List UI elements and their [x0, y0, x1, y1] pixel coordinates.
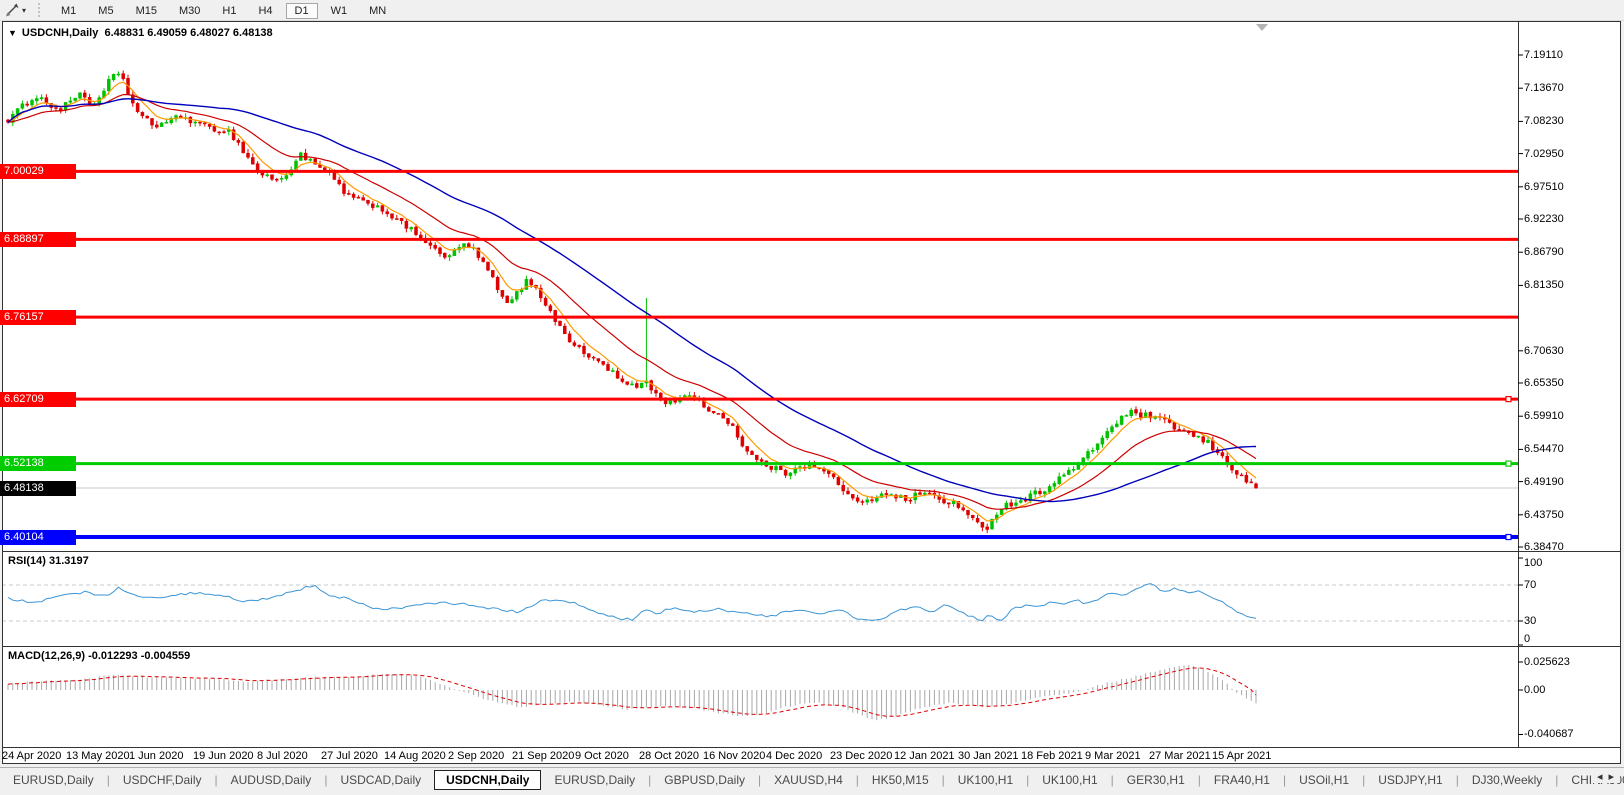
chart-tab-audusd-daily[interactable]: AUDUSD,Daily — [218, 771, 325, 789]
chart-tab-eurusd-daily[interactable]: EURUSD,Daily — [541, 771, 648, 789]
chart-tab-hk50-m15[interactable]: HK50,M15 — [859, 771, 942, 789]
chart-tab-gbpusd-daily[interactable]: GBPUSD,Daily — [651, 771, 758, 789]
tab-scroll-arrows: ◂▸ — [1591, 770, 1620, 783]
chart-tab-fra40-h1[interactable]: FRA40,H1 — [1201, 771, 1283, 789]
chart-tab-eurusd-daily[interactable]: EURUSD,Daily — [0, 771, 107, 789]
tab-scroll-left-icon[interactable]: ◂ — [1597, 771, 1609, 783]
chart-surface[interactable] — [0, 0, 1624, 795]
mt4-terminal: ▾ M1M5M15M30H1H4D1W1MN ▼USDCNH,Daily 6.4… — [0, 0, 1624, 795]
chart-tab-uk100-h1[interactable]: UK100,H1 — [1029, 771, 1110, 789]
chart-tab-bar: EURUSD,Daily|USDCHF,Daily|AUDUSD,Daily|U… — [0, 767, 1624, 792]
chart-tab-uk100-h1[interactable]: UK100,H1 — [945, 771, 1026, 789]
chart-tab-usdchf-daily[interactable]: USDCHF,Daily — [110, 771, 215, 789]
chart-tab-usoil-h1[interactable]: USOil,H1 — [1286, 771, 1362, 789]
chart-tab-dj30-weekly[interactable]: DJ30,Weekly — [1459, 771, 1555, 789]
chart-tab-ger30-h1[interactable]: GER30,H1 — [1114, 771, 1198, 789]
tab-scroll-right-icon[interactable]: ▸ — [1608, 771, 1620, 783]
chart-tab-usdcnh-daily[interactable]: USDCNH,Daily — [434, 770, 541, 790]
chart-tab-xauusd-h4[interactable]: XAUUSD,H4 — [761, 771, 856, 789]
chart-tab-usdcad-daily[interactable]: USDCAD,Daily — [327, 771, 434, 789]
chart-tab-usdjpy-h1[interactable]: USDJPY,H1 — [1365, 771, 1455, 789]
